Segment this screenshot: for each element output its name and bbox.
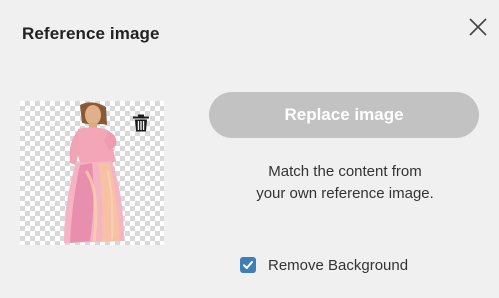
description-line-1: Match the content from xyxy=(268,163,422,180)
dialog-title: Reference image xyxy=(22,24,160,43)
remove-background-checkbox[interactable] xyxy=(240,257,256,273)
trash-icon xyxy=(133,114,149,132)
reference-image-dialog: Reference image Replace image Match the … xyxy=(0,0,499,298)
delete-image-button[interactable] xyxy=(131,113,151,133)
remove-background-option[interactable]: Remove Background xyxy=(240,255,408,275)
replace-image-button[interactable]: Replace image xyxy=(209,92,479,138)
description-line-2: your own reference image. xyxy=(256,185,434,202)
description-text: Match the content from your own referenc… xyxy=(209,161,481,205)
close-icon xyxy=(469,18,487,36)
remove-background-label: Remove Background xyxy=(268,256,409,274)
checkmark-icon xyxy=(243,261,253,269)
close-button[interactable] xyxy=(465,14,491,40)
